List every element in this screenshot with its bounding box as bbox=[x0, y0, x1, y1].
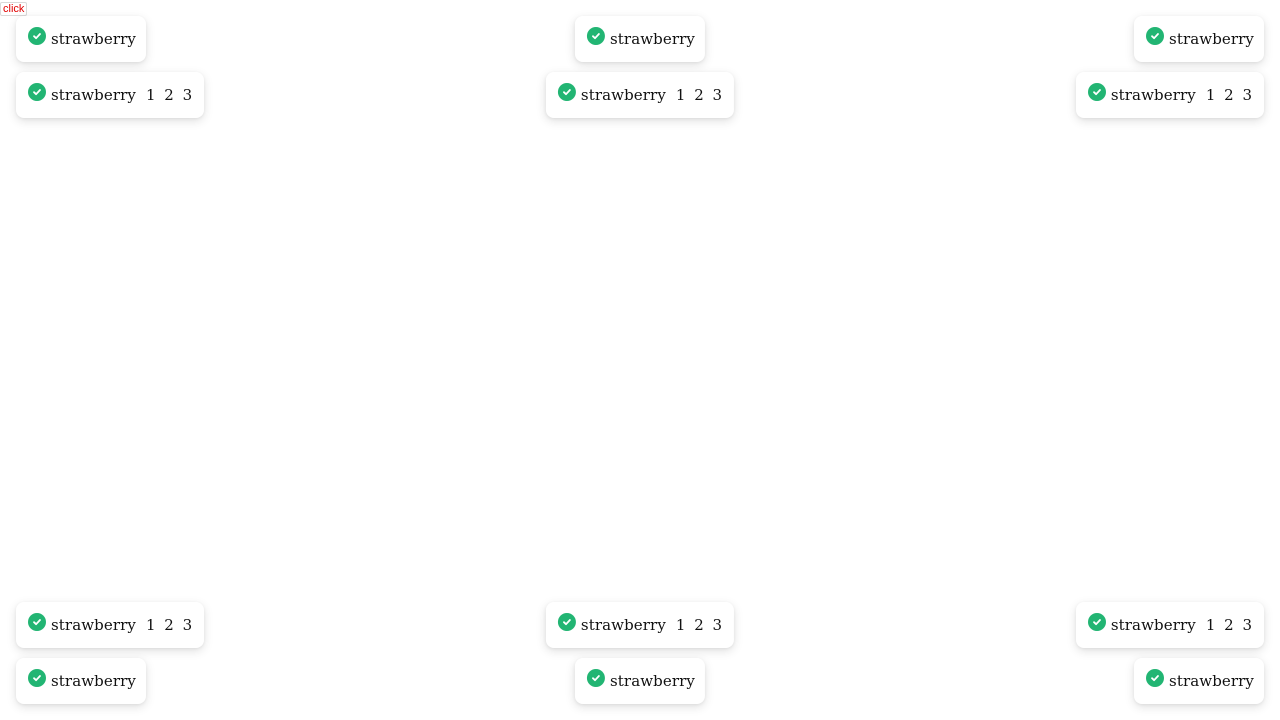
toast-message: strawberry bbox=[580, 615, 666, 634]
check-circle-icon bbox=[28, 83, 46, 101]
top-right-toast-stack: strawberry strawberry 1 2 3 bbox=[1075, 16, 1264, 118]
toast-message: strawberry bbox=[1169, 671, 1254, 690]
toast[interactable]: strawberry bbox=[575, 658, 705, 704]
toast-message: strawberry bbox=[51, 671, 136, 690]
bottom-center-toast-stack: strawberry 1 2 3 strawberry bbox=[545, 602, 735, 704]
toast[interactable]: strawberry bbox=[575, 16, 705, 62]
check-circle-icon bbox=[1146, 27, 1165, 45]
toast[interactable]: strawberry 1 2 3 bbox=[1075, 602, 1264, 648]
toast-demo-page: click strawberry strawberry 1 2 3 strawb… bbox=[0, 0, 1280, 720]
top-center-toast-stack: strawberry strawberry 1 2 3 bbox=[545, 16, 735, 118]
toast-message: strawberry bbox=[51, 85, 136, 104]
toast[interactable]: strawberry 1 2 3 bbox=[545, 72, 735, 118]
check-circle-icon bbox=[1087, 83, 1106, 101]
check-circle-icon bbox=[28, 27, 46, 45]
toast-message: strawberry bbox=[580, 85, 666, 104]
bottom-right-toast-stack: strawberry 1 2 3 strawberry bbox=[1075, 602, 1264, 704]
check-circle-icon bbox=[587, 27, 605, 45]
toast-message: strawberry bbox=[1169, 29, 1254, 48]
check-circle-icon bbox=[28, 669, 46, 687]
toast[interactable]: strawberry bbox=[16, 658, 146, 704]
bottom-left-toast-stack: strawberry 1 2 3 strawberry bbox=[16, 602, 205, 704]
toast-message: strawberry bbox=[1110, 615, 1196, 634]
top-left-toast-stack: strawberry strawberry 1 2 3 bbox=[16, 16, 205, 118]
check-circle-icon bbox=[1087, 613, 1106, 631]
toast[interactable]: strawberry 1 2 3 bbox=[545, 602, 735, 648]
toast-extra: 1 2 3 bbox=[1205, 85, 1254, 104]
check-circle-icon bbox=[28, 613, 46, 631]
check-circle-icon bbox=[557, 613, 576, 631]
toast-extra: 1 2 3 bbox=[1205, 615, 1254, 634]
toast[interactable]: strawberry 1 2 3 bbox=[1075, 72, 1264, 118]
toast[interactable]: strawberry bbox=[16, 16, 146, 62]
toast-extra: 1 2 3 bbox=[675, 615, 725, 634]
toast[interactable]: strawberry bbox=[1134, 16, 1264, 62]
check-circle-icon bbox=[587, 669, 605, 687]
toast[interactable]: strawberry bbox=[1134, 658, 1264, 704]
click-button[interactable]: click bbox=[0, 2, 28, 16]
toast-message: strawberry bbox=[51, 615, 136, 634]
toast-message: strawberry bbox=[51, 29, 136, 48]
toast-extra: 1 2 3 bbox=[145, 85, 195, 104]
toast-message: strawberry bbox=[610, 29, 695, 48]
toast-extra: 1 2 3 bbox=[675, 85, 725, 104]
toast-extra: 1 2 3 bbox=[145, 615, 195, 634]
toast[interactable]: strawberry 1 2 3 bbox=[16, 72, 205, 118]
check-circle-icon bbox=[557, 83, 576, 101]
toast-message: strawberry bbox=[1110, 85, 1196, 104]
check-circle-icon bbox=[1146, 669, 1165, 687]
toast[interactable]: strawberry 1 2 3 bbox=[16, 602, 205, 648]
toast-message: strawberry bbox=[610, 671, 695, 690]
